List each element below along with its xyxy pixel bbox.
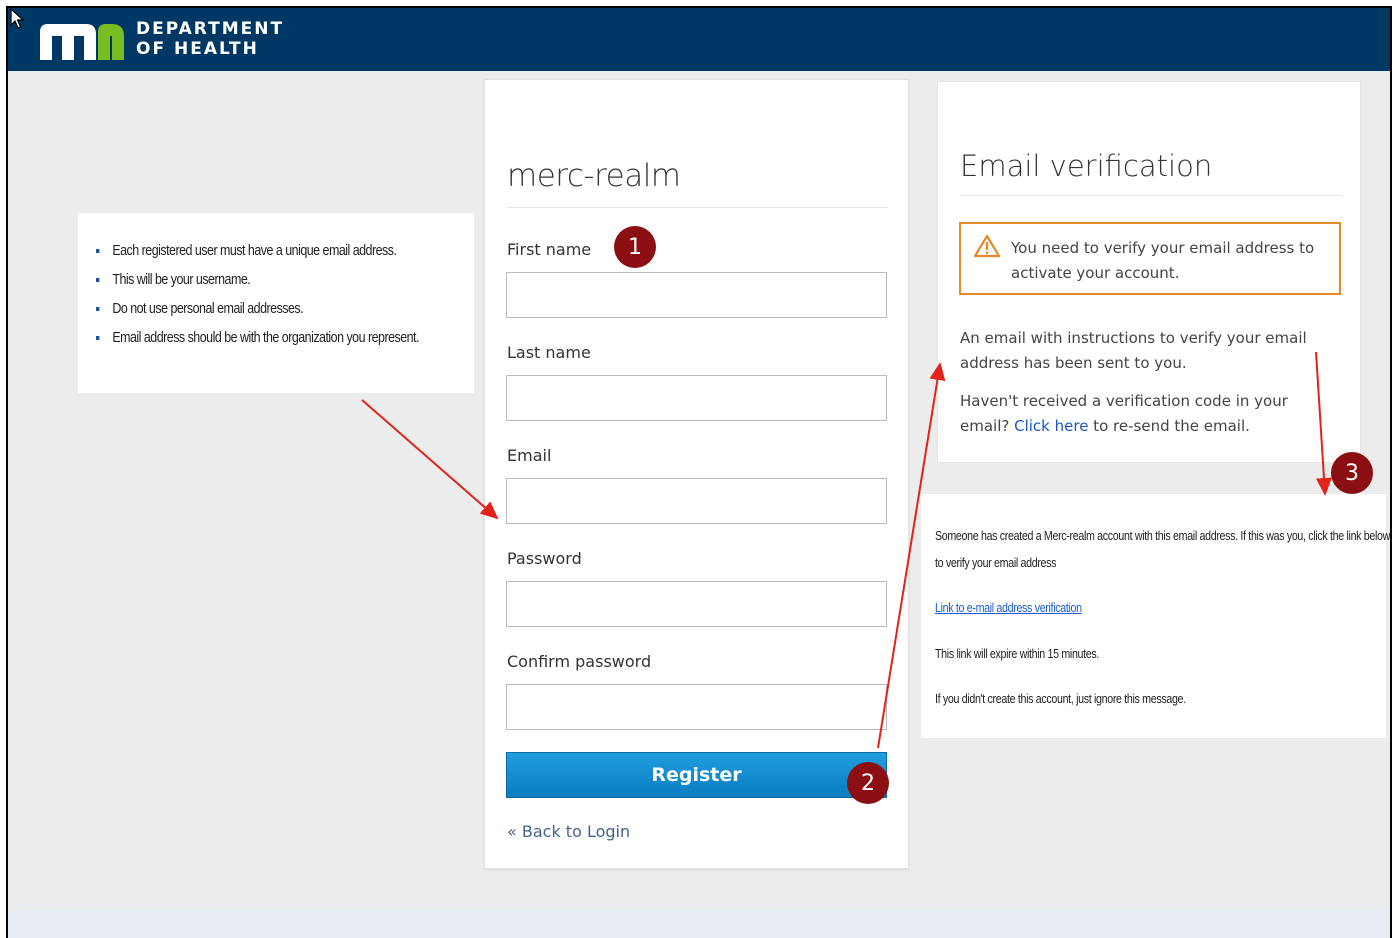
note-item: Each registered user must have a unique … — [96, 243, 419, 272]
back-to-login-link[interactable]: « Back to Login — [507, 822, 630, 841]
site-header: DEPARTMENT OF HEALTH — [8, 8, 1390, 71]
step-badge-2: 2 — [847, 762, 889, 804]
step-badge-1: 1 — [614, 226, 656, 268]
email-body-line: to verify your email address — [935, 555, 1057, 570]
resend-text: Haven't received a verification code in … — [960, 392, 1288, 435]
email-label: Email — [507, 446, 552, 465]
verification-email-preview: Someone has created a Merc-realm account… — [921, 494, 1390, 738]
email-verification-card: Email verification You need to verify yo… — [937, 81, 1361, 463]
email-input[interactable] — [506, 478, 887, 524]
title-divider — [507, 207, 888, 208]
last-name-label: Last name — [507, 343, 591, 362]
last-name-input[interactable] — [506, 375, 887, 421]
registration-card: merc-realm First name Last name Email Pa… — [484, 79, 909, 869]
note-item: Email address should be with the organiz… — [96, 330, 419, 359]
password-label: Password — [507, 549, 582, 568]
warning-text: You need to verify your email address to… — [1011, 239, 1315, 282]
step-badge-3: 3 — [1331, 452, 1373, 494]
first-name-label: First name — [507, 240, 592, 259]
password-input[interactable] — [506, 581, 887, 627]
confirm-password-input[interactable] — [506, 684, 887, 730]
bullet-icon — [96, 278, 100, 283]
register-button[interactable]: Register — [506, 752, 887, 798]
registration-notes-list: Each registered user must have a unique … — [96, 243, 472, 359]
instructions-sent-text: An email with instructions to verify you… — [960, 329, 1307, 372]
email-body-line: Someone has created a Merc-realm account… — [935, 528, 1391, 543]
verification-title: Email verification — [960, 149, 1213, 183]
click-here-link[interactable]: Click here — [1014, 417, 1088, 435]
warning-triangle-icon — [973, 234, 1001, 258]
realm-title: merc-realm — [507, 158, 681, 194]
bullet-icon — [96, 307, 100, 312]
note-item: This will be your username. — [96, 272, 419, 301]
warning-alert: You need to verify your email address to… — [959, 222, 1341, 295]
confirm-password-label: Confirm password — [507, 652, 652, 671]
email-expiry-line: This link will expire within 15 minutes. — [935, 646, 1100, 661]
registration-notes-box: Each registered user must have a unique … — [78, 213, 474, 393]
bullet-icon — [96, 336, 100, 341]
first-name-input[interactable] — [506, 272, 887, 318]
logo-line-1: DEPARTMENT — [136, 19, 285, 39]
verification-link[interactable]: Link to e-mail address verification — [935, 600, 1082, 615]
email-ignore-line: If you didn't create this account, just … — [935, 691, 1186, 706]
note-item: Do not use personal email addresses. — [96, 301, 419, 330]
bullet-icon — [96, 249, 100, 254]
mouse-cursor-icon — [10, 8, 25, 29]
footer-band — [8, 910, 1390, 938]
logo-line-2: OF HEALTH — [136, 39, 259, 59]
department-of-health-wordmark: DEPARTMENT OF HEALTH — [136, 19, 284, 59]
mn-logo-icon — [40, 24, 124, 60]
title-divider — [960, 195, 1342, 196]
